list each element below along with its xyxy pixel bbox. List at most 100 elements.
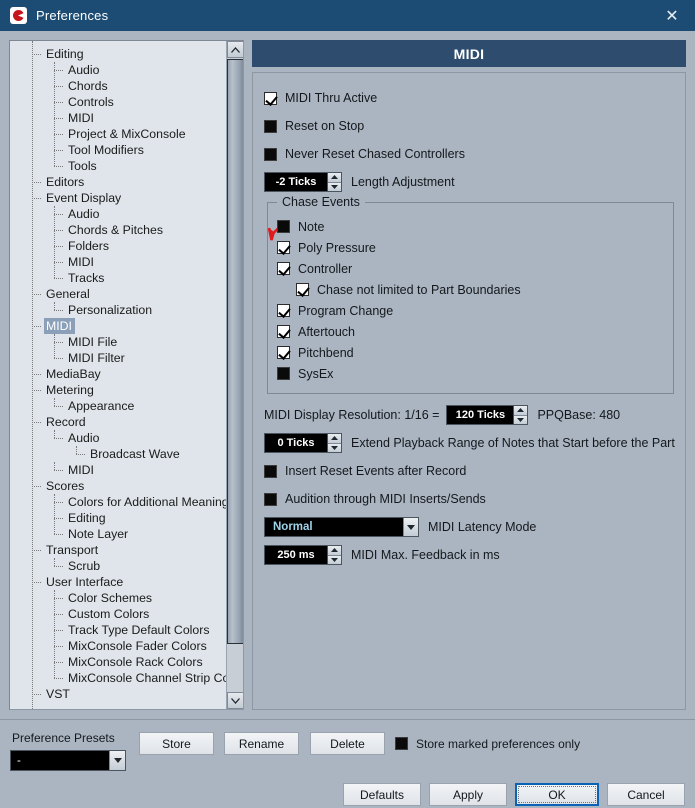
setting-row[interactable]: Note bbox=[268, 216, 673, 241]
checkbox-chase-poly-pressure[interactable] bbox=[277, 241, 290, 254]
tree-item-audio[interactable]: Audio bbox=[10, 62, 225, 78]
checkbox-chase-sysex[interactable] bbox=[277, 367, 290, 380]
tree-item-metering[interactable]: Metering bbox=[10, 382, 225, 398]
setting-row[interactable]: Pitchbend bbox=[277, 342, 673, 363]
tree-item-editors[interactable]: Editors bbox=[10, 174, 225, 190]
checkbox-midi-thru-active[interactable] bbox=[264, 91, 277, 105]
tree-item-scrub[interactable]: Scrub bbox=[10, 558, 225, 574]
tree-item-record[interactable]: Record bbox=[10, 414, 225, 430]
midi-max-feedback-row[interactable]: 250 ms MIDI Max. Feedback in ms bbox=[264, 541, 685, 569]
tree-item-project-mixconsole[interactable]: Project & MixConsole bbox=[10, 126, 225, 142]
setting-row[interactable]: Audition through MIDI Inserts/Sends bbox=[264, 485, 685, 513]
length-adjustment-row[interactable]: -2 Ticks Length Adjustment bbox=[264, 168, 685, 196]
tree-item-custom-colors[interactable]: Custom Colors bbox=[10, 606, 225, 622]
midi-latency-mode-select[interactable]: Normal bbox=[264, 517, 419, 537]
tree-item-mixconsole-rack-colors[interactable]: MixConsole Rack Colors bbox=[10, 654, 225, 670]
tree-item-midi[interactable]: MIDI bbox=[10, 254, 225, 270]
tree-item-color-schemes[interactable]: Color Schemes bbox=[10, 590, 225, 606]
delete-button[interactable]: Delete bbox=[310, 732, 385, 755]
setting-row[interactable]: Insert Reset Events after Record bbox=[264, 457, 685, 485]
tree-item-track-type-default-colors[interactable]: Track Type Default Colors bbox=[10, 622, 225, 638]
tree-item-editing[interactable]: Editing bbox=[10, 46, 225, 62]
checkbox-chase-note[interactable] bbox=[277, 220, 290, 233]
cancel-button[interactable]: Cancel bbox=[607, 783, 685, 806]
stepper-up-icon[interactable] bbox=[328, 173, 341, 183]
tree-item-midi-filter[interactable]: MIDI Filter bbox=[10, 350, 225, 366]
checkbox-chase-not-limited-to-part-boundaries[interactable] bbox=[296, 283, 309, 296]
display-resolution-row[interactable]: MIDI Display Resolution: 1/16 = 120 Tick… bbox=[264, 401, 685, 429]
extend-playback-row[interactable]: 0 Ticks Extend Playback Range of Notes t… bbox=[264, 429, 685, 457]
setting-row[interactable]: Poly Pressure bbox=[277, 237, 673, 258]
length-adjustment-stepper[interactable]: -2 Ticks bbox=[264, 172, 342, 192]
scroll-down-icon[interactable] bbox=[227, 692, 243, 709]
stepper-down-icon[interactable] bbox=[514, 415, 528, 424]
tree-item-editing[interactable]: Editing bbox=[10, 510, 225, 526]
tree-item-midi[interactable]: MIDI bbox=[10, 462, 225, 478]
stepper-arrows[interactable] bbox=[327, 434, 341, 452]
tree-scrollbar[interactable] bbox=[226, 41, 243, 709]
close-icon[interactable]: ✕ bbox=[649, 0, 695, 31]
stepper-arrows[interactable] bbox=[513, 406, 528, 424]
tree-item-tool-modifiers[interactable]: Tool Modifiers bbox=[10, 142, 225, 158]
defaults-button[interactable]: Defaults bbox=[343, 783, 421, 806]
setting-row[interactable]: Controller bbox=[277, 258, 673, 279]
tree-item-midi-file[interactable]: MIDI File bbox=[10, 334, 225, 350]
tree-item-note-layer[interactable]: Note Layer bbox=[10, 526, 225, 542]
stepper-up-icon[interactable] bbox=[514, 406, 528, 416]
scrollbar-thumb[interactable] bbox=[227, 59, 243, 644]
stepper-arrows[interactable] bbox=[327, 173, 341, 191]
tree-item-transport[interactable]: Transport bbox=[10, 542, 225, 558]
setting-row[interactable]: Chase not limited to Part Boundaries bbox=[277, 279, 673, 300]
checkbox-chase-pitchbend[interactable] bbox=[277, 346, 290, 359]
checkbox-chase-program-change[interactable] bbox=[277, 304, 290, 317]
tree-item-controls[interactable]: Controls bbox=[10, 94, 225, 110]
midi-latency-mode-row[interactable]: Normal MIDI Latency Mode bbox=[264, 513, 685, 541]
tree-item-audio[interactable]: Audio bbox=[10, 430, 225, 446]
tree-item-folders[interactable]: Folders bbox=[10, 238, 225, 254]
tree-item-event-display[interactable]: Event Display bbox=[10, 190, 225, 206]
tree-item-tracks[interactable]: Tracks bbox=[10, 270, 225, 286]
checkbox-chase-controller[interactable] bbox=[277, 262, 290, 275]
checkbox-audition-through-midi-inserts-sends[interactable] bbox=[264, 492, 277, 506]
scroll-up-icon[interactable] bbox=[227, 41, 243, 58]
chevron-down-icon[interactable] bbox=[109, 751, 125, 770]
tree-item-colors-for-additional-meanings[interactable]: Colors for Additional Meanings bbox=[10, 494, 235, 510]
ok-button[interactable]: OK bbox=[515, 783, 599, 806]
stepper-up-icon[interactable] bbox=[328, 434, 341, 444]
stepper-down-icon[interactable] bbox=[328, 182, 341, 191]
tree-item-chords-pitches[interactable]: Chords & Pitches bbox=[10, 222, 225, 238]
preference-presets-select[interactable]: - bbox=[10, 750, 126, 771]
stepper-up-icon[interactable] bbox=[328, 546, 341, 556]
tree-item-tools[interactable]: Tools bbox=[10, 158, 225, 174]
chevron-down-icon[interactable] bbox=[403, 518, 418, 536]
tree-item-vst[interactable]: VST bbox=[10, 686, 225, 702]
tree-item-midi[interactable]: MIDI bbox=[10, 318, 225, 334]
setting-row[interactable]: SysEx bbox=[277, 363, 673, 384]
setting-row[interactable]: Reset on Stop bbox=[264, 112, 685, 140]
tree-item-chords[interactable]: Chords bbox=[10, 78, 225, 94]
tree-item-audio[interactable]: Audio bbox=[10, 206, 225, 222]
checkbox-never-reset-chased-controllers[interactable] bbox=[264, 147, 277, 161]
store-marked-preferences-row[interactable]: Store marked preferences only bbox=[395, 732, 580, 755]
setting-row[interactable]: Never Reset Chased Controllers bbox=[264, 140, 685, 168]
extend-playback-stepper[interactable]: 0 Ticks bbox=[264, 433, 342, 453]
checkbox-store-marked-preferences-only[interactable] bbox=[395, 737, 408, 750]
tree-item-mixconsole-fader-colors[interactable]: MixConsole Fader Colors bbox=[10, 638, 225, 654]
setting-row[interactable]: Aftertouch bbox=[277, 321, 673, 342]
apply-button[interactable]: Apply bbox=[429, 783, 507, 806]
tree-item-appearance[interactable]: Appearance bbox=[10, 398, 225, 414]
tree-item-scores[interactable]: Scores bbox=[10, 478, 225, 494]
stepper-down-icon[interactable] bbox=[328, 555, 341, 564]
store-button[interactable]: Store bbox=[139, 732, 214, 755]
tree-item-user-interface[interactable]: User Interface bbox=[10, 574, 225, 590]
rename-button[interactable]: Rename bbox=[224, 732, 299, 755]
preferences-tree[interactable]: Editing Audio Chords Controls MIDI Project & … bbox=[10, 41, 243, 709]
tree-item-general[interactable]: General bbox=[10, 286, 225, 302]
tree-item-mediabay[interactable]: MediaBay bbox=[10, 366, 225, 382]
tree-item-personalization[interactable]: Personalization bbox=[10, 302, 225, 318]
checkbox-chase-aftertouch[interactable] bbox=[277, 325, 290, 338]
setting-row[interactable]: Program Change bbox=[277, 300, 673, 321]
midi-max-feedback-stepper[interactable]: 250 ms bbox=[264, 545, 342, 565]
tree-item-midi[interactable]: MIDI bbox=[10, 110, 225, 126]
display-resolution-stepper[interactable]: 120 Ticks bbox=[446, 405, 529, 425]
